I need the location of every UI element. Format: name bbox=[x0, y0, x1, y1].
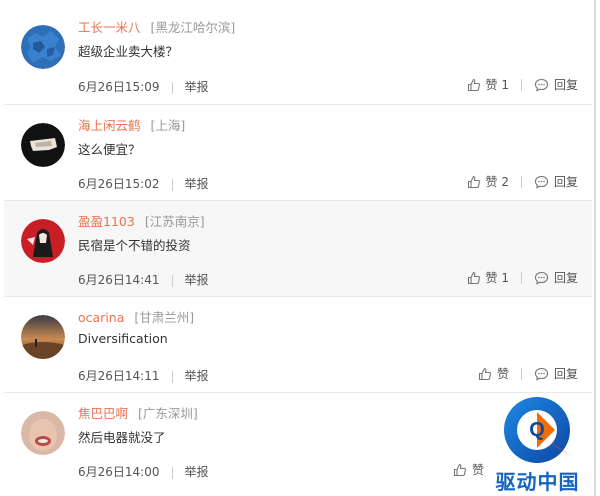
reply-label: 回复 bbox=[553, 175, 578, 189]
divider bbox=[171, 466, 173, 479]
username-link[interactable]: 海上闲云鹤 bbox=[78, 118, 141, 133]
thumbs-up-icon bbox=[453, 463, 466, 476]
reply-button[interactable]: 回复 bbox=[534, 365, 578, 382]
comment-header: ocarina [甘肃兰州] bbox=[78, 307, 194, 326]
comment-header: 盈盈1103 [江苏南京] bbox=[78, 211, 205, 230]
thumbs-up-icon bbox=[467, 78, 480, 91]
watermark-emblem: Q bbox=[504, 397, 572, 463]
comment-timestamp: 6月26日15:02 bbox=[78, 177, 160, 191]
svg-text:Q: Q bbox=[529, 419, 545, 441]
comment-timestamp: 6月26日14:41 bbox=[78, 273, 160, 287]
like-count: 赞 1 bbox=[485, 271, 509, 285]
comment-bubble-icon bbox=[534, 367, 549, 381]
user-location: [上海] bbox=[150, 118, 186, 133]
comment-actions: 赞 2 回复 bbox=[467, 173, 578, 190]
like-button[interactable]: 赞 1 bbox=[467, 76, 509, 93]
user-location: [黑龙江哈尔滨] bbox=[150, 20, 236, 35]
comment-item: 工长一米八 [黑龙江哈尔滨] 超级企业卖大楼？ 6月26日15:09 举报 赞 1 回… bbox=[4, 0, 592, 105]
divider bbox=[171, 274, 173, 287]
comment-item: 盈盈1103 [江苏南京] 民宿是个不错的投资 6月26日14:41 举报 赞 1 回… bbox=[4, 201, 592, 297]
comment-timestamp: 6月26日14:11 bbox=[78, 369, 160, 383]
report-button[interactable]: 举报 bbox=[185, 273, 209, 287]
comment-text: 民宿是个不错的投资 bbox=[78, 238, 191, 253]
comment-item: 海上闲云鹤 [上海] 这么便宜？ 6月26日15:02 举报 赞 2 回复 bbox=[4, 105, 592, 201]
divider bbox=[171, 81, 173, 94]
comment-text: 这么便宜？ bbox=[78, 142, 141, 157]
reply-label: 回复 bbox=[553, 78, 578, 92]
reply-button[interactable]: 回复 bbox=[534, 173, 578, 190]
username-link[interactable]: 焦巴巴啊 bbox=[78, 406, 128, 421]
comment-meta: 6月26日14:00 举报 bbox=[78, 463, 209, 480]
username-link[interactable]: 盈盈1103 bbox=[78, 214, 135, 229]
avatar[interactable] bbox=[21, 411, 65, 455]
avatar[interactable] bbox=[21, 315, 65, 359]
comment-actions: 赞 回复 bbox=[478, 365, 578, 382]
user-location: [广东深圳] bbox=[138, 406, 198, 421]
thumbs-up-icon bbox=[467, 175, 480, 188]
avatar[interactable] bbox=[21, 219, 65, 263]
comment-meta: 6月26日15:02 举报 bbox=[78, 175, 209, 192]
reply-label: 回复 bbox=[553, 367, 578, 381]
divider bbox=[171, 178, 173, 191]
comment-actions: 赞 1 回复 bbox=[467, 76, 578, 93]
divider bbox=[171, 370, 173, 383]
report-button[interactable]: 举报 bbox=[185, 369, 209, 383]
comment-meta: 6月26日14:41 举报 bbox=[78, 271, 209, 288]
comment-meta: 6月26日14:11 举报 bbox=[78, 367, 209, 384]
avatar[interactable] bbox=[21, 123, 65, 167]
comment-header: 海上闲云鹤 [上海] bbox=[78, 115, 185, 134]
thumbs-up-icon bbox=[478, 367, 491, 380]
watermark-text: 驱动中国 bbox=[495, 470, 580, 494]
comment-actions: 赞 1 回复 bbox=[467, 269, 578, 286]
reply-button[interactable]: 回复 bbox=[534, 76, 578, 93]
report-button[interactable]: 举报 bbox=[185, 177, 209, 191]
comment-text: Diversification bbox=[78, 331, 168, 346]
watermark-logo: Q 驱动中国 bbox=[480, 390, 595, 496]
comment-text: 超级企业卖大楼？ bbox=[78, 44, 179, 59]
username-link[interactable]: 工长一米八 bbox=[78, 20, 141, 35]
thumbs-up-icon bbox=[467, 271, 480, 284]
username-link[interactable]: ocarina bbox=[78, 310, 124, 325]
like-count: 赞 bbox=[496, 367, 509, 381]
like-button[interactable]: 赞 2 bbox=[467, 173, 509, 190]
divider bbox=[520, 271, 522, 284]
user-location: [江苏南京] bbox=[144, 214, 205, 229]
comment-bubble-icon bbox=[534, 271, 549, 285]
comment-bubble-icon bbox=[534, 175, 549, 189]
comment-meta: 6月26日15:09 举报 bbox=[78, 78, 209, 95]
avatar[interactable] bbox=[21, 25, 65, 69]
comment-timestamp: 6月26日15:09 bbox=[78, 80, 160, 94]
like-button[interactable]: 赞 1 bbox=[467, 269, 509, 286]
comment-timestamp: 6月26日14:00 bbox=[78, 465, 160, 479]
like-button[interactable]: 赞 bbox=[478, 365, 509, 382]
report-button[interactable]: 举报 bbox=[185, 80, 209, 94]
divider bbox=[520, 175, 522, 188]
like-count: 赞 1 bbox=[485, 78, 509, 92]
like-count: 赞 2 bbox=[485, 175, 509, 189]
comment-bubble-icon bbox=[534, 78, 549, 92]
comment-header: 工长一米八 [黑龙江哈尔滨] bbox=[78, 17, 235, 36]
divider bbox=[520, 78, 522, 91]
comment-text: 然后电器就没了 bbox=[78, 430, 166, 445]
report-button[interactable]: 举报 bbox=[185, 465, 209, 479]
user-location: [甘肃兰州] bbox=[134, 310, 195, 325]
comment-header: 焦巴巴啊 [广东深圳] bbox=[78, 403, 198, 422]
reply-label: 回复 bbox=[553, 271, 578, 285]
divider bbox=[520, 367, 522, 380]
reply-button[interactable]: 回复 bbox=[534, 269, 578, 286]
comment-item: ocarina [甘肃兰州] Diversification 6月26日14:11… bbox=[4, 297, 592, 393]
